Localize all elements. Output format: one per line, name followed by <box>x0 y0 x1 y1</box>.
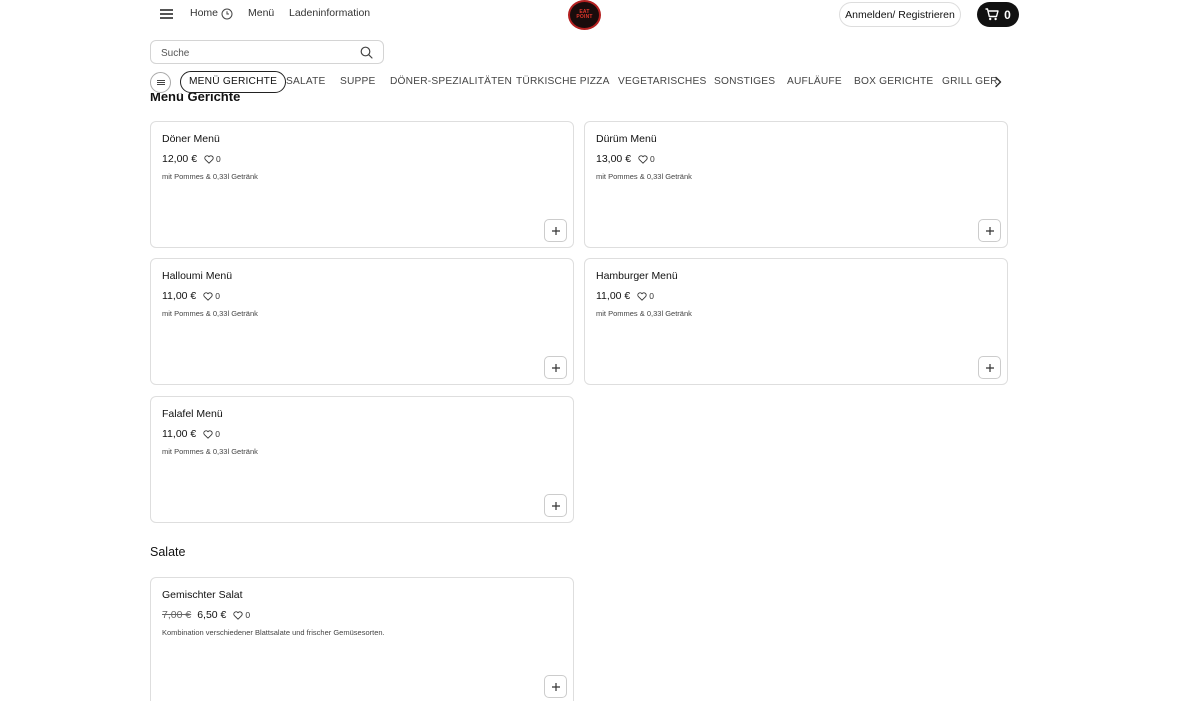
heart-icon[interactable] <box>203 429 213 439</box>
tab-vegetarisches[interactable]: VEGETARISCHES <box>618 76 706 87</box>
category-list-icon[interactable] <box>150 72 171 93</box>
logo-text-bottom: POINT <box>576 14 593 20</box>
search-box[interactable] <box>150 40 384 64</box>
product-name: Halloumi Menü <box>162 270 233 282</box>
product-card-hamburger-menu[interactable]: Hamburger Menü 11,00 € 0 mit Pommes & 0,… <box>584 258 1008 385</box>
product-name: Döner Menü <box>162 133 220 145</box>
heart-icon[interactable] <box>233 610 244 620</box>
plus-icon <box>551 682 560 691</box>
restaurant-logo[interactable]: EAT POINT <box>568 0 601 30</box>
tab-box-gerichte[interactable]: BOX GERICHTE <box>854 76 933 87</box>
like-count: 0 <box>245 610 251 620</box>
product-description: mit Pommes & 0,33l Getränk <box>162 309 258 318</box>
product-card-duerum-menu[interactable]: Dürüm Menü 13,00 € 0 mit Pommes & 0,33l … <box>584 121 1008 248</box>
plus-icon <box>985 363 994 372</box>
like-count: 0 <box>649 291 654 301</box>
product-price: 12,00 € <box>162 153 198 165</box>
plus-icon <box>551 363 560 372</box>
add-to-cart-button[interactable] <box>544 675 567 698</box>
hamburger-menu-icon[interactable] <box>160 8 174 20</box>
tab-menu-gerichte[interactable]: MENÜ GERICHTE <box>180 71 287 93</box>
product-description: mit Pommes & 0,33l Getränk <box>162 447 258 456</box>
product-card-gemischter-salat[interactable]: Gemischter Salat 7,00 € 6,50 € 0 Kombina… <box>150 577 574 701</box>
product-name: Falafel Menü <box>162 408 223 420</box>
plus-icon <box>551 226 560 235</box>
clock-icon[interactable] <box>221 8 233 20</box>
cart-button[interactable]: 0 <box>977 2 1019 27</box>
plus-icon <box>985 226 994 235</box>
category-tabs: MENÜ GERICHTE SALATE SUPPE DÖNER-SPEZIAL… <box>150 71 1010 93</box>
product-name: Hamburger Menü <box>596 270 678 282</box>
tab-tuerkische-pizza[interactable]: TÜRKISCHE PIZZA <box>516 76 610 87</box>
section-title-salate: Salate <box>150 545 186 559</box>
add-to-cart-button[interactable] <box>544 219 567 242</box>
product-description: Kombination verschiedener Blattsalate un… <box>162 628 385 637</box>
tab-auflaeufe[interactable]: AUFLÄUFE <box>787 76 842 87</box>
like-count: 0 <box>215 291 220 301</box>
heart-icon[interactable] <box>203 291 213 301</box>
heart-icon[interactable] <box>204 154 214 164</box>
plus-icon <box>551 501 560 510</box>
product-price: 6,50 € <box>197 609 227 621</box>
top-bar: Home Menü Ladeninformation EAT POINT Anm… <box>0 0 1200 30</box>
product-description: mit Pommes & 0,33l Getränk <box>596 172 692 181</box>
product-card-halloumi-menu[interactable]: Halloumi Menü 11,00 € 0 mit Pommes & 0,3… <box>150 258 574 385</box>
login-register-button[interactable]: Anmelden/ Registrieren <box>839 2 961 27</box>
cart-icon <box>985 8 999 21</box>
add-to-cart-button[interactable] <box>978 356 1001 379</box>
add-to-cart-button[interactable] <box>544 356 567 379</box>
search-input[interactable] <box>161 45 351 61</box>
tab-salate[interactable]: SALATE <box>286 76 326 87</box>
product-description: mit Pommes & 0,33l Getränk <box>162 172 258 181</box>
product-old-price: 7,00 € <box>162 609 192 621</box>
heart-icon[interactable] <box>638 154 648 164</box>
product-card-falafel-menu[interactable]: Falafel Menü 11,00 € 0 mit Pommes & 0,33… <box>150 396 574 523</box>
product-price: 11,00 € <box>162 428 197 440</box>
like-count: 0 <box>216 154 221 164</box>
nav-store-info[interactable]: Ladeninformation <box>289 7 370 19</box>
product-name: Gemischter Salat <box>162 589 243 601</box>
nav-menu[interactable]: Menü <box>248 7 274 19</box>
like-count: 0 <box>215 429 220 439</box>
tab-suppe[interactable]: SUPPE <box>340 76 376 87</box>
product-name: Dürüm Menü <box>596 133 657 145</box>
like-count: 0 <box>650 154 655 164</box>
product-price: 13,00 € <box>596 153 632 165</box>
add-to-cart-button[interactable] <box>544 494 567 517</box>
tab-doener-spezialitaeten[interactable]: DÖNER-SPEZIALITÄTEN <box>390 76 512 87</box>
cart-count: 0 <box>1004 7 1011 22</box>
search-icon[interactable] <box>360 46 373 59</box>
nav-home[interactable]: Home <box>190 7 218 19</box>
tab-sonstiges[interactable]: SONSTIGES <box>714 76 775 87</box>
product-description: mit Pommes & 0,33l Getränk <box>596 309 692 318</box>
product-price: 11,00 € <box>596 290 631 302</box>
chevron-right-icon[interactable] <box>993 76 1003 88</box>
product-card-doener-menu[interactable]: Döner Menü 12,00 € 0 mit Pommes & 0,33l … <box>150 121 574 248</box>
product-price: 11,00 € <box>162 290 197 302</box>
tab-grill-gerichte[interactable]: GRILL GER <box>942 76 998 87</box>
add-to-cart-button[interactable] <box>978 219 1001 242</box>
heart-icon[interactable] <box>637 291 647 301</box>
